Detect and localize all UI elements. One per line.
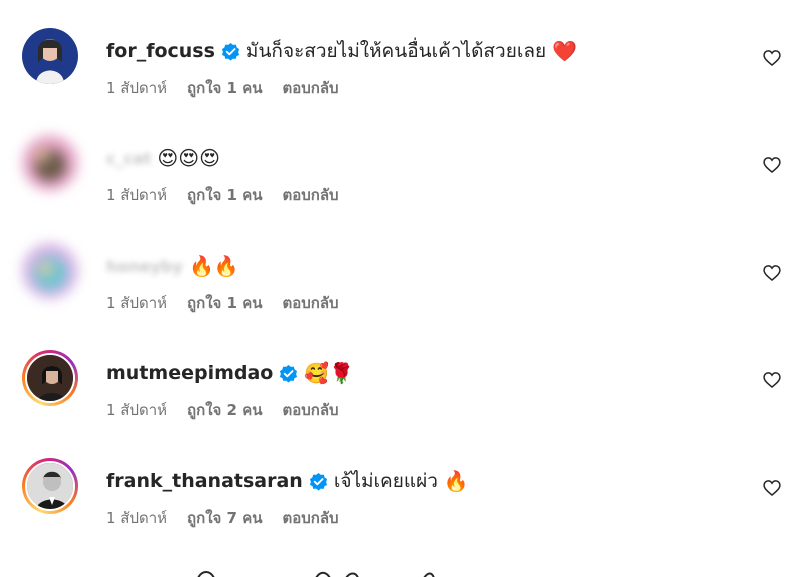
comment-text: มันก็จะสวยไม่ให้คนอื่นเค้าได้สวยเลย: [245, 40, 547, 62]
comment-emoji: 😍😍😍: [157, 146, 220, 170]
comment-item: c_cat 😍😍😍 1 สัปดาห์ ถูกใจ 1 คน ตอบกลับ: [0, 135, 800, 235]
comment-item: frank_thanatsaran เจ้ไม่เคยแผ่ว 🔥 1 สัปดา…: [0, 458, 800, 558]
verified-badge-icon: [309, 472, 327, 491]
likes-count[interactable]: ถูกใจ 1 คน: [187, 76, 262, 100]
likes-count[interactable]: ถูกใจ 1 คน: [187, 291, 262, 315]
comment-line: c_cat 😍😍😍: [106, 145, 220, 171]
comment-meta: 1 สัปดาห์ ถูกใจ 1 คน ตอบกลับ: [106, 291, 339, 315]
comment-meta: 1 สัปดาห์ ถูกใจ 1 คน ตอบกลับ: [106, 76, 339, 100]
avatar[interactable]: [22, 28, 78, 84]
comment-emoji: ❤️: [552, 39, 577, 63]
comment-text: เจ้ไม่เคยแผ่ว: [333, 470, 438, 492]
comment-time: 1 สัปดาห์: [106, 509, 168, 527]
likes-count[interactable]: ถูกใจ 1 คน: [187, 183, 262, 207]
reply-button[interactable]: ตอบกลับ: [283, 76, 339, 100]
comment-item: mutmeepimdao 🥰🌹 1 สัปดาห์ ถูกใจ 2 คน ตอบ…: [0, 350, 800, 450]
comment-item: honeyby 🔥🔥 1 สัปดาห์ ถูกใจ 1 คน ตอบกลับ: [0, 243, 800, 343]
reply-button[interactable]: ตอบกลับ: [283, 291, 339, 315]
reply-button[interactable]: ตอบกลับ: [283, 183, 339, 207]
likes-count[interactable]: ถูกใจ 2 คน: [187, 398, 262, 422]
comment-emoji: 🥰🌹: [304, 361, 355, 385]
comment-emoji: 🔥: [443, 469, 469, 493]
heart-outline-icon[interactable]: [762, 370, 782, 390]
username[interactable]: mutmeepimdao: [106, 362, 273, 384]
comment-meta: 1 สัปดาห์ ถูกใจ 7 คน ตอบกลับ: [106, 506, 339, 530]
cut-off-text-marks: [197, 571, 435, 577]
likes-count[interactable]: ถูกใจ 7 คน: [187, 506, 262, 530]
username[interactable]: frank_thanatsaran: [106, 470, 303, 492]
comment-line: frank_thanatsaran เจ้ไม่เคยแผ่ว 🔥: [106, 468, 469, 494]
heart-outline-icon[interactable]: [762, 263, 782, 283]
avatar-image: [25, 353, 75, 403]
avatar[interactable]: [22, 243, 78, 299]
comment-item: for_focuss มันก็จะสวยไม่ให้คนอื่นเค้าได้…: [0, 28, 800, 128]
verified-badge-icon: [221, 42, 239, 61]
username[interactable]: c_cat: [106, 149, 151, 168]
reply-button[interactable]: ตอบกลับ: [283, 398, 339, 422]
username[interactable]: for_focuss: [106, 40, 215, 62]
comment-meta: 1 สัปดาห์ ถูกใจ 1 คน ตอบกลับ: [106, 183, 339, 207]
comment-line: honeyby 🔥🔥: [106, 253, 239, 279]
verified-badge-icon: [280, 364, 298, 383]
heart-outline-icon[interactable]: [762, 478, 782, 498]
comment-time: 1 สัปดาห์: [106, 401, 168, 419]
heart-outline-icon[interactable]: [762, 48, 782, 68]
avatar[interactable]: [22, 458, 78, 514]
avatar[interactable]: [22, 350, 78, 406]
comment-time: 1 สัปดาห์: [106, 79, 168, 97]
next-comment-partial: [106, 565, 436, 577]
reply-button[interactable]: ตอบกลับ: [283, 506, 339, 530]
comment-time: 1 สัปดาห์: [106, 294, 168, 312]
comment-meta: 1 สัปดาห์ ถูกใจ 2 คน ตอบกลับ: [106, 398, 339, 422]
comment-line: mutmeepimdao 🥰🌹: [106, 360, 354, 386]
comment-emoji: 🔥🔥: [188, 254, 239, 278]
comment-line: for_focuss มันก็จะสวยไม่ให้คนอื่นเค้าได้…: [106, 38, 577, 64]
avatar-image: [25, 461, 75, 511]
avatar[interactable]: [22, 135, 78, 191]
comment-time: 1 สัปดาห์: [106, 186, 168, 204]
heart-outline-icon[interactable]: [762, 155, 782, 175]
username[interactable]: honeyby: [106, 257, 183, 276]
